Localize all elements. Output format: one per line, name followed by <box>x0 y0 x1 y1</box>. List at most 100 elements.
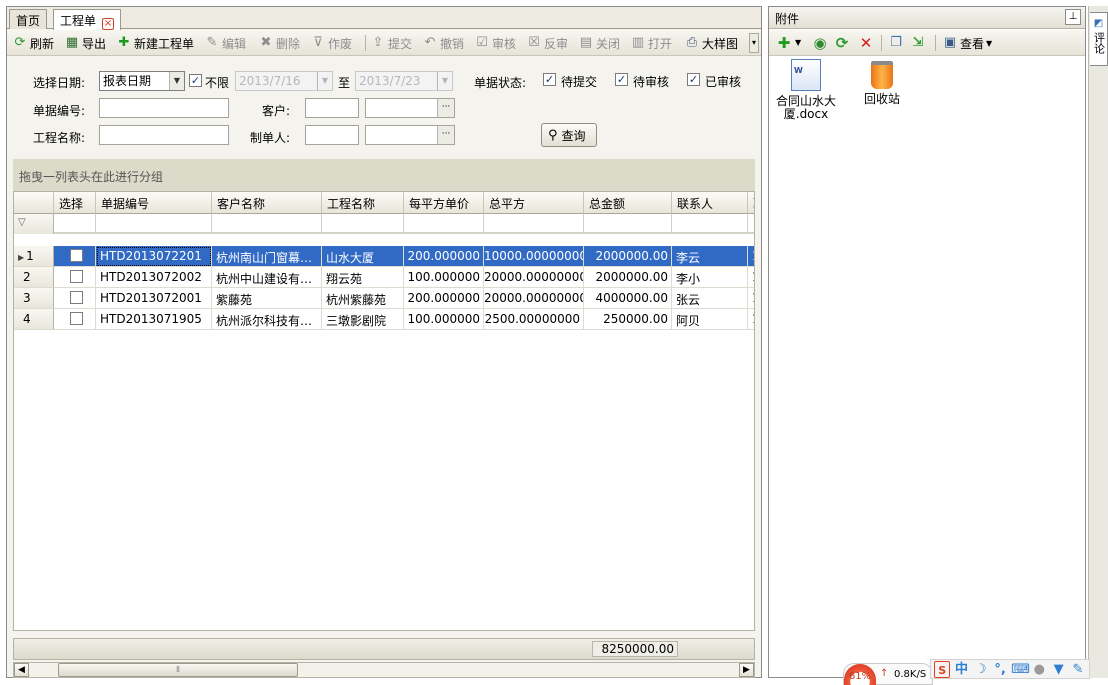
row-checkbox-cell[interactable] <box>54 246 96 267</box>
network-monitor-widget[interactable]: 61% ↑ 0.8K/S <box>843 663 933 685</box>
filter-cell-project[interactable] <box>322 214 404 234</box>
cell-customer[interactable]: 紫藤苑 <box>212 288 322 309</box>
cell-customer[interactable]: 杭州派尔科技有… <box>212 309 322 330</box>
group-by-area[interactable]: 拖曳一列表头在此进行分组 <box>13 159 755 191</box>
cell-customer[interactable]: 杭州南山门窗幕… <box>212 246 322 267</box>
row-checkbox[interactable] <box>70 291 83 304</box>
cell-order-no[interactable]: HTD2013072002 <box>96 267 212 288</box>
scroll-right-icon[interactable]: ▶ <box>739 663 754 677</box>
punctuation-icon[interactable]: °, <box>992 661 1008 678</box>
move-icon[interactable]: ⇲ <box>909 34 927 52</box>
row-checkbox[interactable] <box>70 270 83 283</box>
cell-project[interactable]: 山水大厦 <box>322 246 404 267</box>
filter-icon[interactable]: ▽ <box>14 214 54 234</box>
reviewed-checkbox[interactable]: ✓ <box>687 73 700 86</box>
row-number[interactable]: 3 <box>14 288 54 309</box>
date-to-input[interactable]: 2013/7/23 ▼ <box>355 71 453 91</box>
filter-cell-order-no[interactable] <box>96 214 212 234</box>
creator-code-input[interactable] <box>305 125 359 145</box>
column-header-contact[interactable]: 联系人 <box>672 192 748 214</box>
cell-extra[interactable]: 1 <box>748 288 754 309</box>
cell-total[interactable]: 4000000.00 <box>584 288 672 309</box>
cell-contact[interactable]: 李云 <box>672 246 748 267</box>
cell-unit-price[interactable]: 100.000000 <box>404 267 484 288</box>
cell-contact[interactable]: 张云 <box>672 288 748 309</box>
recycle-bin-item[interactable]: 回收站 <box>847 59 917 106</box>
row-number[interactable]: 4 <box>14 309 54 330</box>
comment-side-tab[interactable]: ◩ 评论 <box>1090 12 1108 66</box>
row-checkbox-cell[interactable] <box>54 309 96 330</box>
ime-mode-toggle[interactable]: 中 <box>953 661 969 678</box>
cell-unit-price[interactable]: 100.000000 <box>404 309 484 330</box>
cell-order-no[interactable]: HTD2013072201 <box>96 246 212 267</box>
cell-total[interactable]: 250000.00 <box>584 309 672 330</box>
creator-name-input[interactable]: ··· <box>365 125 455 145</box>
revoke-button[interactable]: ↶ 撤销 <box>423 34 464 52</box>
row-checkbox-cell[interactable] <box>54 267 96 288</box>
add-dropdown-icon[interactable]: ▼ <box>795 38 801 47</box>
cell-order-no[interactable]: HTD2013071905 <box>96 309 212 330</box>
file-item[interactable]: W 合同山水大厦.docx <box>771 59 841 121</box>
column-header-extra[interactable]: 联 <box>748 192 754 214</box>
cell-total[interactable]: 2000000.00 <box>584 246 672 267</box>
cell-order-no[interactable]: HTD2013072001 <box>96 288 212 309</box>
refresh-button[interactable]: ⟳ 刷新 <box>13 34 54 52</box>
delete-button[interactable]: ✖ 删除 <box>259 34 300 52</box>
copy-icon[interactable]: ❐ <box>887 34 905 52</box>
pending-review-checkbox[interactable]: ✓ <box>615 73 628 86</box>
tools-icon[interactable]: ✎ <box>1070 661 1086 678</box>
delete-icon[interactable]: ✕ <box>857 34 875 52</box>
unlimited-checkbox[interactable]: ✓ <box>189 74 202 87</box>
view-menu-button[interactable]: ▣ 查看 ▼ <box>943 34 992 52</box>
order-no-input[interactable] <box>99 98 229 118</box>
column-header-customer[interactable]: 客户名称 <box>212 192 322 214</box>
horizontal-scrollbar[interactable]: ◀ ⦀ ▶ <box>13 662 755 678</box>
scroll-left-icon[interactable]: ◀ <box>14 663 29 677</box>
column-header-area[interactable]: 总平方 <box>484 192 584 214</box>
column-header-project[interactable]: 工程名称 <box>322 192 404 214</box>
query-button[interactable]: ⚲ 查询 <box>541 123 597 147</box>
date-from-input[interactable]: 2013/7/16 ▼ <box>235 71 333 91</box>
sogou-icon[interactable]: S <box>934 660 951 678</box>
project-input[interactable] <box>99 125 229 145</box>
unreview-button[interactable]: ☒ 反审 <box>527 34 568 52</box>
customer-browse-button[interactable]: ··· <box>437 99 454 117</box>
filter-cell-total[interactable] <box>584 214 672 234</box>
void-button[interactable]: ⊽ 作废 <box>311 34 352 52</box>
cell-project[interactable]: 杭州紫藤苑 <box>322 288 404 309</box>
column-header-unit-price[interactable]: 每平方单价 <box>404 192 484 214</box>
cell-total[interactable]: 2000000.00 <box>584 267 672 288</box>
date-type-select[interactable]: 报表日期 ▼ <box>99 71 185 91</box>
filter-cell-customer[interactable] <box>212 214 322 234</box>
cell-unit-price[interactable]: 200.000000 <box>404 246 484 267</box>
toolbar-overflow-button[interactable]: ▾ <box>749 33 759 53</box>
user-icon[interactable]: ● <box>1031 661 1047 678</box>
row-number[interactable]: 2 <box>14 267 54 288</box>
cell-contact[interactable]: 阿贝 <box>672 309 748 330</box>
half-width-icon[interactable]: ☽ <box>973 661 989 678</box>
tab-close-icon[interactable]: × <box>102 18 115 30</box>
column-header-order-no[interactable]: 单据编号 <box>96 192 212 214</box>
row-checkbox[interactable] <box>70 312 83 325</box>
cell-contact[interactable]: 李小 <box>672 267 748 288</box>
filter-cell-contact[interactable] <box>672 214 748 234</box>
filter-cell-area[interactable] <box>484 214 584 234</box>
customer-code-input[interactable] <box>305 98 359 118</box>
refresh-icon[interactable]: ⟳ <box>833 34 851 52</box>
tab-home[interactable]: 首页 <box>9 9 48 29</box>
creator-browse-button[interactable]: ··· <box>437 126 454 144</box>
cell-extra[interactable]: 1 <box>748 246 754 267</box>
column-header-select[interactable]: 选择 <box>54 192 96 214</box>
cell-customer[interactable]: 杭州中山建设有… <box>212 267 322 288</box>
cell-area[interactable]: 2500.00000000 <box>484 309 584 330</box>
skin-icon[interactable]: ▼ <box>1050 661 1066 678</box>
tab-work-order[interactable]: 工程单 × <box>53 9 122 30</box>
new-order-button[interactable]: ✚ 新建工程单 <box>117 34 194 52</box>
export-button[interactable]: ▦ 导出 <box>65 34 106 52</box>
review-button[interactable]: ☑ 审核 <box>475 34 516 52</box>
large-view-button[interactable]: ⎙ 大样图 <box>685 34 738 52</box>
pin-icon[interactable]: ⊥ <box>1065 9 1081 25</box>
cell-project[interactable]: 翔云苑 <box>322 267 404 288</box>
open-order-button[interactable]: ▥ 打开 <box>631 34 672 52</box>
clock-icon[interactable]: ◉ <box>811 34 829 52</box>
